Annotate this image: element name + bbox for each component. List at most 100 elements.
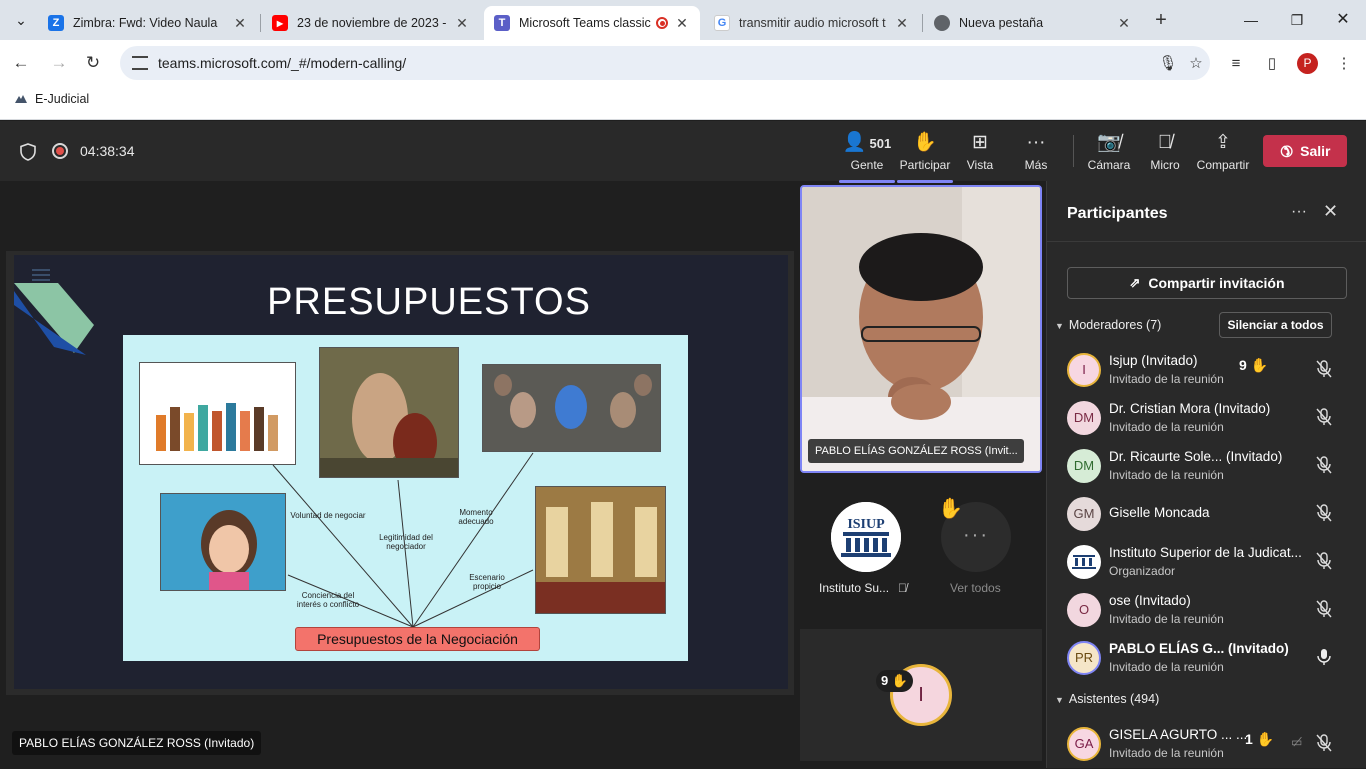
moderators-heading: Moderadores (7) <box>1068 318 1162 332</box>
chevron-down-icon: ▼ <box>1055 321 1064 331</box>
bookmark-item[interactable]: E-Judicial <box>14 92 89 106</box>
see-all-label[interactable]: Ver todos <box>950 581 1001 595</box>
more-options-icon[interactable]: ··· <box>1291 203 1307 221</box>
participant-name: Giselle Moncada <box>1109 505 1210 520</box>
slide-title: PRESUPUESTOS <box>267 281 591 323</box>
label-legitimidad: Legitimidad del negociador <box>379 533 433 551</box>
url-text[interactable]: teams.microsoft.com/_#/modern-calling/ <box>158 55 1154 71</box>
participant-row[interactable]: PR PABLO ELÍAS G... (Invitado) Invitado … <box>1047 637 1366 683</box>
participant-row[interactable]: DM Dr. Ricaurte Sole... (Invitado) Invit… <box>1047 445 1366 491</box>
browser-menu-icon[interactable]: ⋮ <box>1332 52 1356 76</box>
institute-logo-avatar <box>1067 545 1101 579</box>
hang-up-icon: ✆ <box>1275 140 1296 162</box>
people-button[interactable]: 👤 501 Gente <box>839 131 895 183</box>
tab-new-tab[interactable]: Nueva pestaña ✕ <box>924 6 1142 40</box>
side-panel-icon[interactable]: ▯ <box>1260 52 1284 76</box>
leave-button[interactable]: ✆ Salir <box>1263 135 1347 167</box>
mic-off-icon <box>1316 360 1332 378</box>
grid-view-icon: ⊞ <box>972 132 988 153</box>
mic-off-icon: 🎙̸ <box>898 581 907 595</box>
participant-video[interactable]: PABLO ELÍAS GONZÁLEZ ROSS (Invit... <box>800 185 1042 473</box>
participant-row[interactable]: GA GISELA AGURTO ... ... Invitado de la … <box>1047 723 1366 769</box>
forward-button[interactable]: → <box>46 50 72 76</box>
attendees-section-toggle[interactable]: ▼ Asistentes (494) <box>1055 692 1159 706</box>
microphone-icon[interactable]: 🎙 <box>1154 54 1182 72</box>
camera-button[interactable]: 📷̸ Cámara <box>1081 131 1137 177</box>
mic-button[interactable]: 🎙̸ Micro <box>1137 131 1193 177</box>
participant-name: GISELA AGURTO ... ... <box>1109 727 1248 742</box>
participant-name: Dr. Ricaurte Sole... (Invitado) <box>1109 449 1283 464</box>
more-label: Más <box>1024 158 1048 172</box>
hand-count: 1 <box>1245 731 1253 747</box>
tab-youtube[interactable]: ▶ 23 de noviembre de 2023 - ✕ <box>262 6 480 40</box>
mic-off-icon <box>1316 504 1332 522</box>
tab-google-search[interactable]: G transmitir audio microsoft t ✕ <box>704 6 920 40</box>
omnibox[interactable]: teams.microsoft.com/_#/modern-calling/ 🎙… <box>120 46 1210 80</box>
tab-teams[interactable]: T Microsoft Teams classic ✕ <box>484 6 700 40</box>
teams-icon: T <box>494 15 510 31</box>
meeting-control-bar: 04:38:34 👤 501 Gente ✋ Participar ⊞ Vista… <box>0 121 1366 183</box>
tab-title: 23 de noviembre de 2023 - <box>297 16 447 30</box>
share-button[interactable]: ⇪ Compartir <box>1195 131 1251 177</box>
share-icon: ⇗ <box>1129 275 1141 290</box>
participant-role: Invitado de la reunión <box>1109 612 1224 626</box>
mic-label: Micro <box>1150 158 1180 172</box>
shield-icon[interactable] <box>20 143 36 161</box>
new-tab-button[interactable]: + <box>1148 8 1174 34</box>
bookmark-icon <box>15 95 27 103</box>
view-button[interactable]: ⊞ Vista <box>952 131 1008 177</box>
raised-hand-icon: ✋ <box>1256 731 1275 747</box>
close-tab-icon[interactable]: ✕ <box>674 15 690 32</box>
participant-row[interactable]: I Isjup (Invitado) Invitado de la reunió… <box>1047 349 1366 395</box>
participant-name: Isjup (Invitado) <box>1109 353 1198 368</box>
divider <box>1047 241 1366 242</box>
share-invite-label: Compartir invitación <box>1148 275 1285 291</box>
participant-name: ose (Invitado) <box>1109 593 1191 608</box>
reload-button[interactable]: ↻ <box>80 50 106 76</box>
hand-count: 9 <box>1239 357 1247 373</box>
label-conciencia: Conciencia del interés o conflicto <box>296 591 360 609</box>
tab-search-button[interactable]: ⌄ <box>6 8 36 32</box>
close-tab-icon[interactable]: ✕ <box>454 15 470 32</box>
media-control-icon[interactable]: ≡ <box>1224 52 1248 76</box>
chevron-down-icon: ▼ <box>1055 695 1064 705</box>
mute-all-button[interactable]: Silenciar a todos <box>1219 312 1332 338</box>
slide-diagram: Voluntad de negociar Legitimidad del neg… <box>123 335 688 661</box>
center-box: Presupuestos de la Negociación <box>295 627 540 651</box>
participant-row[interactable]: Instituto Superior de la Judicat... Orga… <box>1047 541 1366 587</box>
painting-image <box>319 347 459 478</box>
palace-room-image <box>535 486 666 614</box>
tab-zimbra[interactable]: Z Zimbra: Fwd: Video Naula ✕ <box>38 6 258 40</box>
camera-off-icon: ▭̸ <box>1291 735 1303 749</box>
bookmark-label: E-Judicial <box>35 92 90 106</box>
raise-hand-button[interactable]: ✋ Participar <box>897 131 953 183</box>
video-feed <box>802 187 1040 471</box>
avatar: GM <box>1067 497 1101 531</box>
close-tab-icon[interactable]: ✕ <box>894 15 910 32</box>
people-count: 501 <box>869 136 892 151</box>
minimize-button[interactable]: — <box>1236 8 1266 32</box>
back-button[interactable]: ← <box>8 50 34 76</box>
bookmark-star-icon[interactable]: ☆ <box>1182 54 1210 72</box>
share-invite-button[interactable]: ⇗ Compartir invitación <box>1067 267 1347 299</box>
participant-row[interactable]: GM Giselle Moncada <box>1047 493 1366 539</box>
tab-divider <box>922 14 923 32</box>
close-icon[interactable]: ✕ <box>1323 201 1338 222</box>
site-info-icon[interactable] <box>132 56 148 70</box>
profile-avatar[interactable]: P <box>1297 53 1318 74</box>
more-button[interactable]: ··· Más <box>1008 131 1064 177</box>
close-tab-icon[interactable]: ✕ <box>232 15 248 32</box>
avatar: DM <box>1067 401 1101 435</box>
address-toolbar: ← → ↻ teams.microsoft.com/_#/modern-call… <box>0 40 1366 86</box>
participant-row[interactable]: DM Dr. Cristian Mora (Invitado) Invitado… <box>1047 397 1366 443</box>
participant-row[interactable]: O ose (Invitado) Invitado de la reunión <box>1047 589 1366 635</box>
avatar: O <box>1067 593 1101 627</box>
restore-button[interactable]: ❐ <box>1282 8 1312 32</box>
close-tab-icon[interactable]: ✕ <box>1116 15 1132 32</box>
mic-off-icon <box>1316 600 1332 618</box>
close-window-button[interactable]: ✕ <box>1328 8 1358 32</box>
institute-logo-avatar[interactable]: ISIUP <box>831 502 901 572</box>
moderators-section-toggle[interactable]: ▼ Moderadores (7) <box>1055 318 1161 332</box>
tab-title: Microsoft Teams classic <box>519 16 651 30</box>
tab-title: transmitir audio microsoft t <box>739 16 886 30</box>
